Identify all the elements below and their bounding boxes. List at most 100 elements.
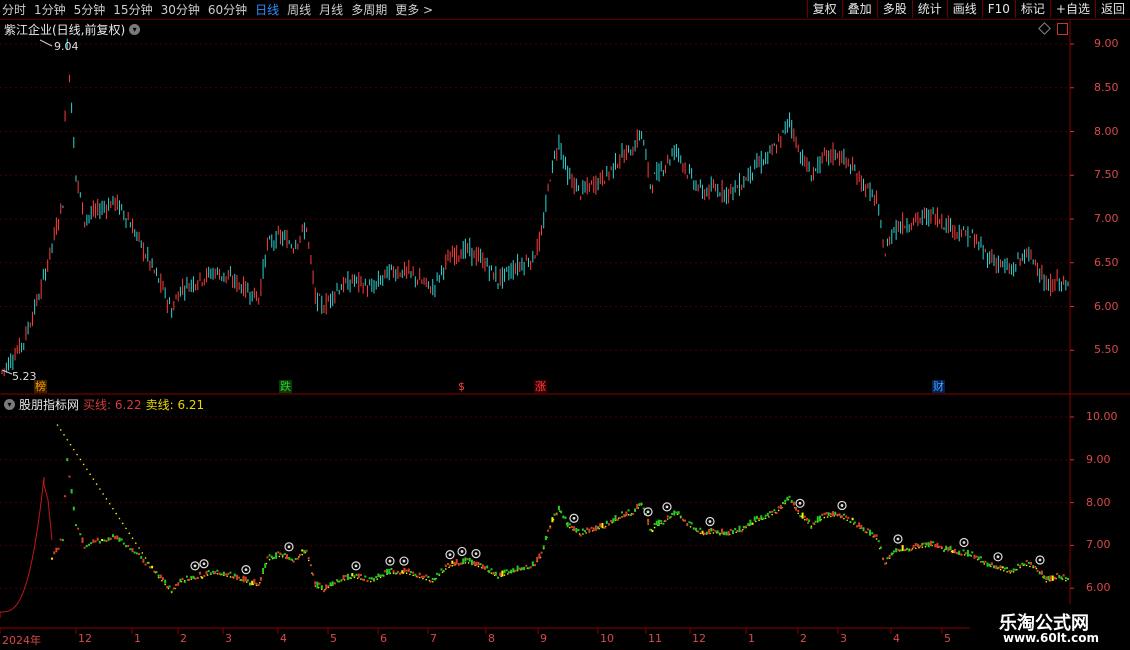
- chevron-down-icon[interactable]: ▾: [129, 24, 141, 35]
- sell-line-dot: [477, 565, 480, 568]
- sell-line-dot: [843, 517, 845, 520]
- indicator-bar: [908, 549, 911, 552]
- indicator-bar: [220, 573, 223, 576]
- sell-line-dot: [63, 434, 65, 436]
- sell-line-dot: [360, 578, 362, 580]
- indicator-bar: [129, 548, 132, 551]
- event-marker-3: 涨: [534, 380, 547, 393]
- expand-icon[interactable]: [1057, 23, 1068, 35]
- date-label: 3: [840, 632, 847, 645]
- indicator-bar: [958, 550, 961, 555]
- indicator-bar: [740, 530, 743, 533]
- sell-line-dot: [771, 513, 773, 516]
- indicator-bar: [627, 509, 630, 512]
- chevron-down-icon[interactable]: ▾: [4, 399, 15, 410]
- indicator-bar: [312, 573, 315, 576]
- indicator-bar: [531, 561, 534, 567]
- indicator-bar: [529, 566, 532, 569]
- sell-line-dot: [797, 512, 800, 515]
- indicator-bar: [625, 511, 628, 517]
- ind-tick-label: 8.00: [1086, 495, 1111, 509]
- sell-line-dot: [1019, 566, 1021, 569]
- buy-line-value: 买线: 6.22: [83, 398, 142, 412]
- indicator-bar: [616, 518, 619, 521]
- ind-tick-label: 7.00: [1086, 538, 1111, 552]
- indicator-bar: [688, 521, 691, 524]
- indicator-bar: [729, 528, 732, 532]
- indicator-bar: [855, 525, 858, 528]
- indicator-name: 股朋指标网: [19, 398, 80, 412]
- signal-dot: [996, 555, 1000, 559]
- indicator-bar: [814, 520, 817, 523]
- indicator-bar: [671, 512, 674, 515]
- indicator-bar: [255, 582, 258, 586]
- indicator-bar: [364, 575, 367, 578]
- event-marker-0: 榜: [34, 380, 47, 393]
- indicator-bar: [499, 572, 502, 577]
- indicator-bar: [862, 527, 865, 532]
- indicator-bar: [316, 581, 319, 589]
- indicator-bar: [903, 549, 906, 552]
- chart-canvas[interactable]: 9.04 5.23: [0, 0, 1130, 650]
- indicator-bar: [795, 507, 798, 511]
- indicator-bar: [871, 532, 874, 535]
- indicator-bar: [636, 503, 639, 510]
- indicator-bar: [320, 585, 323, 589]
- sell-line-dot: [445, 568, 447, 570]
- indicator-bar: [788, 495, 791, 498]
- indicator-bar: [782, 501, 785, 504]
- indicator-bar: [662, 522, 665, 525]
- indicator-bar: [61, 539, 64, 542]
- indicator-bar: [333, 582, 336, 585]
- indicator-bar: [579, 534, 582, 537]
- indicator-bar: [299, 553, 302, 556]
- indicator-bar: [177, 582, 180, 586]
- indicator-bar: [1008, 570, 1011, 573]
- sell-line-dot: [108, 502, 111, 505]
- indicator-bar: [1003, 567, 1006, 570]
- indicator-bar: [803, 515, 806, 518]
- sell-line-dot: [983, 563, 986, 565]
- indicator-bar: [592, 527, 595, 532]
- indicator-bar: [705, 531, 708, 534]
- indicator-bar: [483, 566, 486, 570]
- indicator-bar: [510, 569, 513, 573]
- indicator-bar: [621, 511, 624, 514]
- indicator-bar: [225, 573, 228, 576]
- indicator-bar: [1014, 568, 1017, 571]
- indicator-bar: [753, 516, 756, 521]
- date-label: 5: [330, 632, 337, 645]
- indicator-bar: [962, 549, 965, 552]
- sell-line-dot: [653, 526, 656, 529]
- indicator-bar: [993, 565, 996, 568]
- indicator-bar: [697, 530, 700, 533]
- indicator-bar: [603, 526, 606, 529]
- sell-line-dot: [569, 526, 571, 529]
- indicator-bar: [259, 577, 262, 581]
- indicator-bar: [401, 570, 404, 574]
- sell-line-dot: [409, 573, 411, 576]
- sell-line-dot: [1035, 567, 1038, 570]
- sell-line-dot: [89, 473, 91, 476]
- date-label: 4: [280, 632, 287, 645]
- candlestick-series: [1, 38, 1069, 377]
- indicator-bar: [945, 545, 948, 551]
- sell-line-value: 卖线: 6.21: [145, 398, 205, 412]
- sell-line-dot: [810, 525, 813, 527]
- indicator-bar: [588, 528, 591, 532]
- indicator-bar: [357, 573, 360, 578]
- sell-line-dot: [846, 519, 848, 522]
- sell-line-dot: [1009, 572, 1012, 574]
- sell-line-dot: [712, 532, 715, 534]
- sell-line-dot: [823, 516, 826, 519]
- indicator-bar: [849, 520, 852, 523]
- sell-line-dot: [689, 526, 692, 528]
- indicator-bar: [194, 577, 197, 580]
- indicator-bar: [812, 522, 815, 525]
- indicator-bar: [551, 517, 554, 523]
- sell-line-dot: [666, 518, 669, 520]
- sell-line-dot: [803, 518, 806, 521]
- indicator-bar: [151, 565, 154, 569]
- indicator-bar: [94, 540, 97, 543]
- indicator-bar: [462, 558, 465, 565]
